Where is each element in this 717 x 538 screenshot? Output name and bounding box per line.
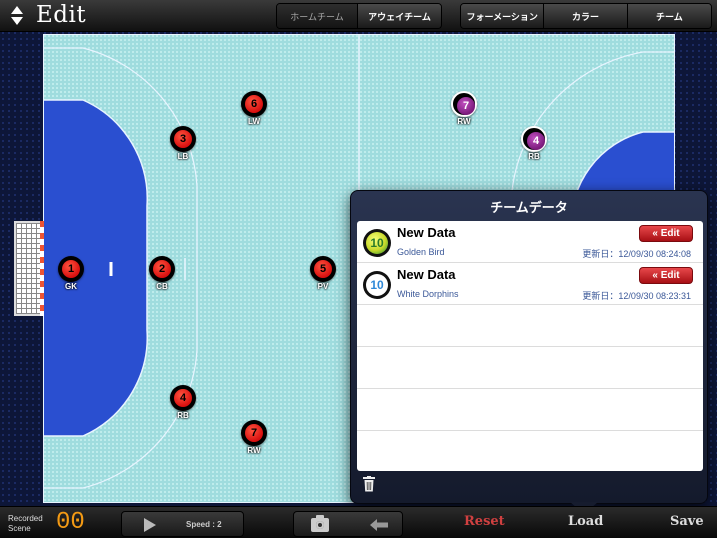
menu-toggle-icon[interactable]	[10, 4, 24, 28]
capture-controls	[293, 511, 403, 537]
reset-button[interactable]: Reset	[464, 514, 505, 529]
undo-arrow-icon[interactable]	[370, 519, 388, 531]
empty-row	[357, 389, 703, 431]
player-disc: 7	[451, 91, 477, 117]
data-name-label: New Data	[397, 267, 456, 282]
player-disc: 7	[241, 420, 267, 446]
player-number: 7	[457, 97, 475, 115]
updated-date: 更新日：12/09/30 08:23:31	[582, 291, 691, 301]
player-position: LB	[177, 152, 189, 161]
popover-title: チームデータ	[490, 199, 568, 215]
play-icon[interactable]	[144, 518, 156, 532]
formation-button[interactable]: フォーメーション	[461, 4, 545, 28]
home-player-gk[interactable]: 1 GK	[56, 256, 86, 300]
home-player-rb[interactable]: 4 RB	[168, 385, 198, 429]
top-toolbar: Edit ホームチーム アウェイチーム フォーメーション カラー チーム	[0, 0, 717, 32]
team-badge-icon: 10	[363, 229, 391, 257]
tab-home-team[interactable]: ホームチーム	[277, 4, 359, 28]
load-button[interactable]: Load	[568, 514, 603, 529]
arrow-up-icon	[11, 6, 23, 14]
team-button[interactable]: チーム	[627, 4, 711, 28]
team-name: Golden Bird	[397, 247, 445, 257]
away-player-rb[interactable]: 4 RB	[519, 126, 549, 170]
player-number: 7	[245, 424, 263, 442]
color-button[interactable]: カラー	[544, 4, 628, 28]
bottom-toolbar: Recorded Scene 00 Speed : 2 Reset Load S…	[0, 506, 717, 538]
home-player-rw[interactable]: 7 RW	[239, 420, 269, 464]
home-player-lb[interactable]: 3 LB	[168, 126, 198, 170]
player-position: RB	[177, 411, 189, 420]
player-disc: 1	[58, 256, 84, 282]
player-disc: 6	[241, 91, 267, 117]
team-selector: ホームチーム アウェイチーム	[276, 3, 442, 29]
away-player-rw[interactable]: 7 RW	[449, 91, 479, 135]
home-player-pv[interactable]: 5 PV	[308, 256, 338, 300]
team-badge-number: 10	[366, 232, 388, 254]
home-player-cb[interactable]: 2 CB	[147, 256, 177, 300]
player-number: 4	[527, 132, 545, 150]
trash-icon[interactable]	[363, 476, 375, 492]
goal-post	[40, 221, 44, 316]
edit-button[interactable]: « Edit	[639, 267, 693, 284]
save-button[interactable]: Save	[670, 514, 704, 529]
app: Edit ホームチーム アウェイチーム フォーメーション カラー チーム 1 G…	[0, 0, 717, 538]
player-number: 3	[174, 130, 192, 148]
tab-away-team[interactable]: アウェイチーム	[358, 4, 441, 28]
player-number: 6	[245, 95, 263, 113]
playback-controls: Speed : 2	[121, 511, 244, 537]
player-disc: 4	[170, 385, 196, 411]
player-position: RB	[528, 152, 540, 161]
list-item[interactable]: 10 New Data White Dorphins 更新日：12/09/30 …	[357, 263, 703, 305]
speed-control[interactable]: Speed : 2	[186, 520, 222, 529]
player-disc: 5	[310, 256, 336, 282]
player-position: RW	[247, 446, 261, 455]
player-position: PV	[317, 282, 329, 291]
team-name: White Dorphins	[397, 289, 459, 299]
player-number: 4	[174, 389, 192, 407]
tool-selector: フォーメーション カラー チーム	[460, 3, 712, 29]
list-item[interactable]: 10 New Data Golden Bird 更新日：12/09/30 08:…	[357, 221, 703, 263]
team-data-list: 10 New Data Golden Bird 更新日：12/09/30 08:…	[357, 221, 703, 471]
player-position: GK	[65, 282, 77, 291]
player-disc: 4	[521, 126, 547, 152]
home-player-lw[interactable]: 6 LW	[239, 91, 269, 135]
edit-button[interactable]: « Edit	[639, 225, 693, 242]
player-number: 1	[62, 260, 80, 278]
team-badge-icon: 10	[363, 271, 391, 299]
camera-icon[interactable]	[311, 515, 329, 532]
recorded-scene-count: 00	[56, 509, 85, 536]
player-number: 5	[314, 260, 332, 278]
player-disc: 2	[149, 256, 175, 282]
player-position: CB	[156, 282, 168, 291]
popover-footer	[357, 474, 703, 498]
team-data-popover: チームデータ 10 New Data Golden Bird 更新日：12/09…	[350, 190, 708, 504]
player-number: 2	[153, 260, 171, 278]
updated-date: 更新日：12/09/30 08:24:08	[582, 249, 691, 259]
empty-row	[357, 305, 703, 347]
empty-row	[357, 347, 703, 389]
player-disc: 3	[170, 126, 196, 152]
player-position: RW	[457, 117, 471, 126]
data-name-label: New Data	[397, 225, 456, 240]
team-badge-number: 10	[366, 274, 388, 296]
page-title: Edit	[36, 2, 87, 28]
player-position: LW	[248, 117, 260, 126]
arrow-down-icon	[11, 17, 23, 25]
recorded-scene-label: Recorded Scene	[8, 514, 43, 533]
